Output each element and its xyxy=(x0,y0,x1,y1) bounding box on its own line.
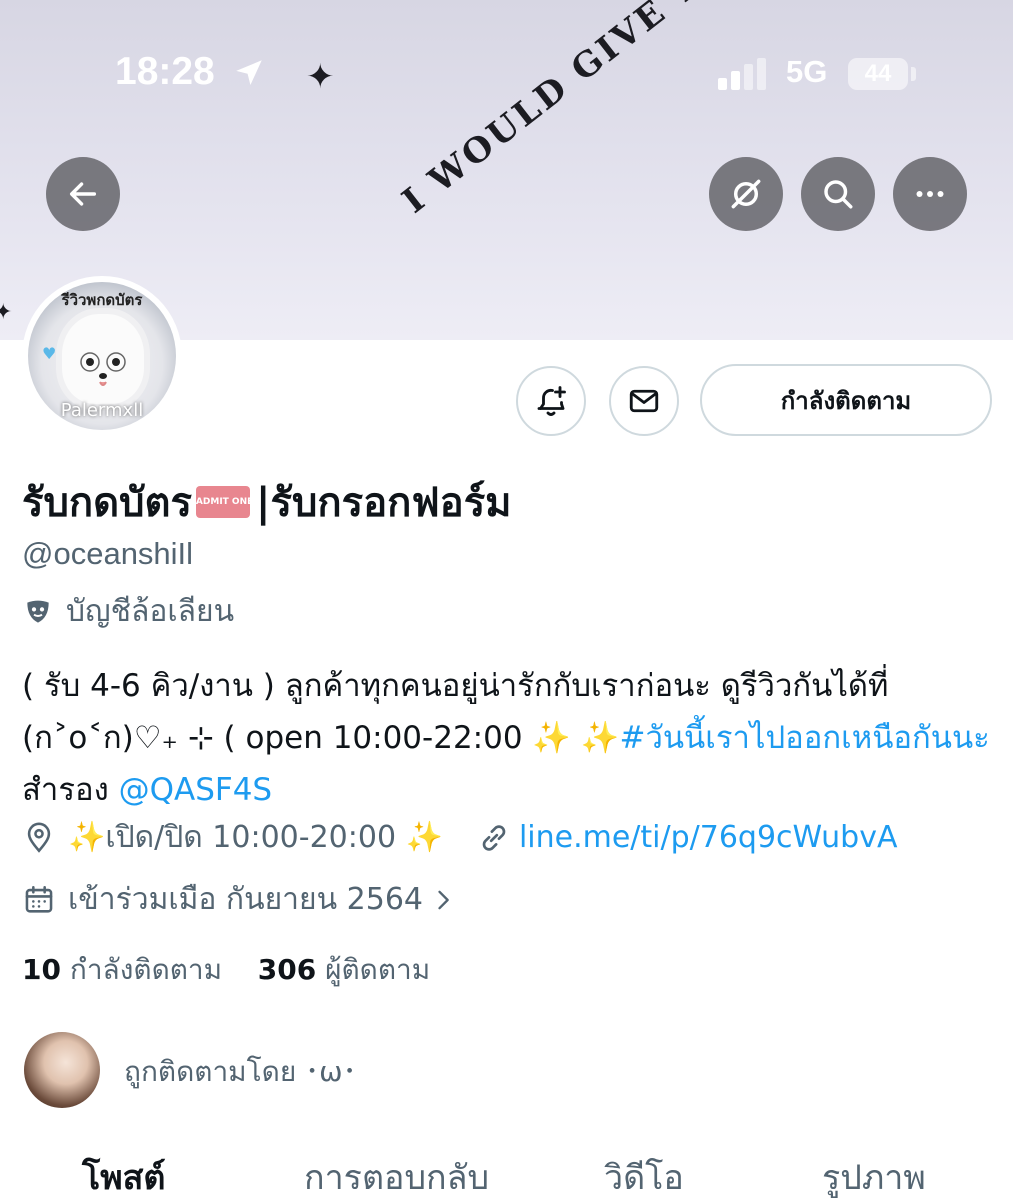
avatar-image: รีวิวพกดบัตร Palermxll ♥ xyxy=(28,282,176,430)
notify-button[interactable] xyxy=(516,366,586,436)
following-count: 10 xyxy=(22,953,61,986)
sparkle-icon: ✦ xyxy=(0,300,13,325)
search-button[interactable] xyxy=(801,157,875,231)
profile-avatar[interactable]: รีวิวพกดบัตร Palermxll ♥ xyxy=(22,276,182,436)
user-handle: @oceanshiIl xyxy=(22,536,194,571)
location-text: ✨เปิด/ปิด 10:00-20:00 ✨ xyxy=(68,820,443,855)
more-button[interactable] xyxy=(893,157,967,231)
mask-icon xyxy=(27,600,49,623)
following-button[interactable]: กำลังติดตาม xyxy=(700,364,992,436)
location-pin-icon xyxy=(27,822,51,853)
eye-slash-icon xyxy=(731,179,761,209)
network-type: 5G xyxy=(786,54,828,89)
link-icon xyxy=(482,824,506,851)
ticket-emoji-icon: ADMIT ONE xyxy=(195,486,253,518)
search-icon xyxy=(824,180,853,209)
profile-url[interactable]: line.me/ti/p/76q9cWubvA xyxy=(519,820,898,855)
parody-label: บัญชีล้อเลียน xyxy=(22,588,234,635)
followed-by-avatar[interactable] xyxy=(24,1032,100,1108)
back-arrow-icon xyxy=(69,182,97,206)
message-button[interactable] xyxy=(609,366,679,436)
following-label: กำลังติดตาม xyxy=(69,953,223,986)
bio-reserve: สำรอง xyxy=(22,772,119,808)
display-name: รับกดบัตร ADMIT ONE |รับกรอกฟอร์ม xyxy=(22,470,512,534)
avatar-sub: Palermxll xyxy=(60,400,144,421)
parody-text: บัญชีล้อเลียน xyxy=(66,594,235,629)
joined-row[interactable]: เข้าร่วมเมือ กันยายน 2564 xyxy=(22,876,457,923)
chevron-right-icon xyxy=(438,890,449,909)
bio: ( รับ 4-6 คิว/งาน ) ลูกค้าทุกคนอยู่น่ารั… xyxy=(22,660,997,816)
joined-text: เข้าร่วมเมือ กันยายน 2564 xyxy=(68,882,423,917)
hashtag-link[interactable]: ✨#วันนี้เราไปออกเหนือกันนะ xyxy=(581,720,990,756)
battery-tip xyxy=(911,67,916,81)
avatar-label: รีวิวพกดบัตร xyxy=(61,291,143,309)
heart-icon: ♥ xyxy=(42,344,57,363)
back-button[interactable] xyxy=(46,157,120,231)
mail-icon xyxy=(629,389,659,413)
tab-replies[interactable]: การตอบกลับ xyxy=(304,1150,489,1204)
signal-icon xyxy=(718,58,766,90)
location-row: ✨เปิด/ปิด 10:00-20:00 ✨ line.me/ti/p/76q… xyxy=(22,814,897,861)
banner-text: I WOULD GIVE YOU xyxy=(395,0,760,222)
dog-illustration xyxy=(62,314,144,404)
display-name-part2: |รับกรอกฟอร์ม xyxy=(255,480,512,526)
location-arrow-icon xyxy=(236,60,262,86)
display-name-part1: รับกดบัตร xyxy=(22,480,192,526)
bio-line1: ( รับ 4-6 คิว/งาน ) ลูกค้าทุกคนอยู่น่ารั… xyxy=(22,668,889,704)
dog-face-icon xyxy=(80,352,126,386)
followers-label: ผู้ติดตาม xyxy=(325,953,431,986)
tab-videos[interactable]: วิดีโอ xyxy=(604,1150,684,1204)
followers-count: 306 xyxy=(257,953,317,986)
followers-stat[interactable]: 306 ผู้ติดตาม xyxy=(258,953,431,986)
following-stat[interactable]: 10 กำลังติดตาม xyxy=(22,953,222,986)
followed-by-text[interactable]: ถูกติดตามโดย ･ω･ xyxy=(124,1050,357,1094)
follow-stats: 10 กำลังติดตาม 306 ผู้ติดตาม xyxy=(22,948,430,992)
battery-indicator: 44 xyxy=(848,58,908,90)
mention-link[interactable]: @QASF4S xyxy=(119,772,273,808)
sparkle-icon: ✦ xyxy=(306,57,335,97)
hide-button[interactable] xyxy=(709,157,783,231)
tab-posts[interactable]: โพสต์ xyxy=(82,1150,166,1204)
tab-photos[interactable]: รูปภาพ xyxy=(822,1150,926,1204)
calendar-icon xyxy=(25,885,53,913)
bio-line2: (ก˃o˂ก)♡₊ ⊹ ( open 10:00-22:00 ✨ xyxy=(22,720,581,756)
more-icon xyxy=(916,191,944,197)
bell-plus-icon xyxy=(537,386,566,416)
status-time: 18:28 xyxy=(115,50,215,93)
